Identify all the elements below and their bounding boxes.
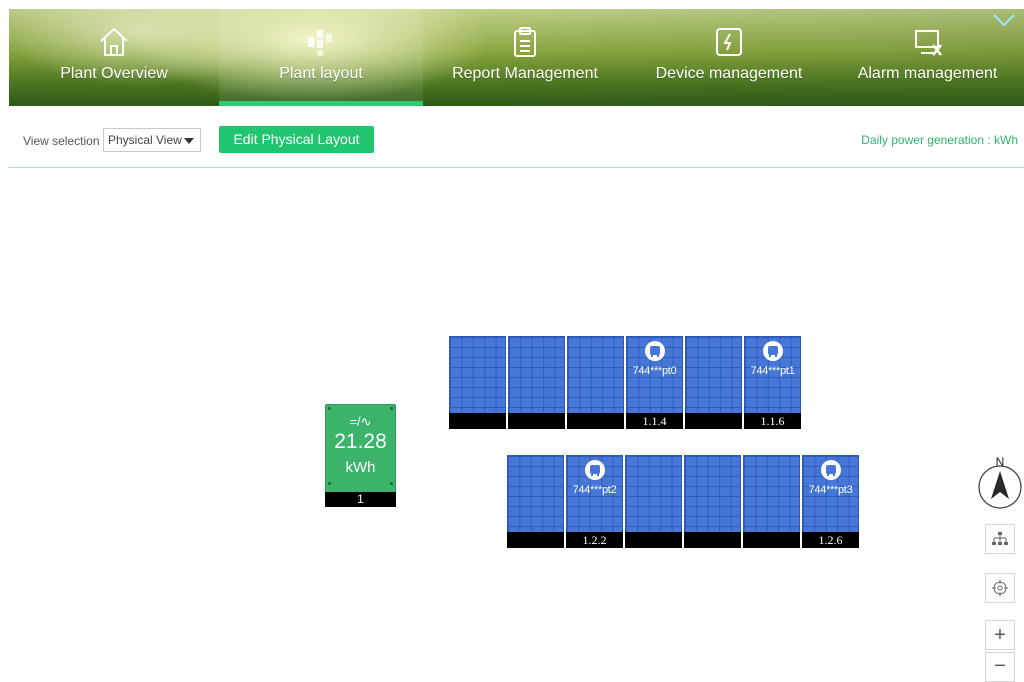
inverter-name: 744***pt2 (572, 484, 617, 496)
nav-label: Report Management (452, 65, 598, 82)
caret-down-icon (184, 138, 194, 144)
solar-panel[interactable] (685, 336, 742, 429)
panel-label (743, 532, 800, 548)
panel-label (449, 413, 506, 429)
nav-label: Plant layout (279, 65, 363, 82)
solar-panel[interactable] (508, 336, 565, 429)
solar-panel[interactable] (684, 455, 741, 548)
solar-panel[interactable]: 744***pt1 1.1.6 (744, 336, 801, 429)
nav-report-management[interactable]: Report Management (423, 9, 627, 106)
nav-plant-overview[interactable]: Plant Overview (9, 9, 219, 106)
chevron-down-icon[interactable] (992, 13, 1016, 27)
panel-label: 1.1.6 (744, 413, 801, 429)
view-select[interactable]: Physical View (103, 128, 201, 152)
panel-label (625, 532, 682, 548)
nav-label: Alarm management (857, 65, 998, 82)
solar-panel[interactable]: 744***pt3 1.2.6 (802, 455, 859, 548)
view-select-value: Physical View (108, 133, 182, 147)
inverter-icon (644, 341, 665, 361)
panel-label: 1.1.4 (626, 413, 683, 429)
meter-id: 1 (325, 492, 396, 507)
panel-label (685, 413, 742, 429)
top-navigation: Plant Overview Plant layout Report Manag… (9, 9, 1024, 106)
compass-icon[interactable]: N (976, 455, 1024, 511)
topology-button[interactable] (985, 524, 1015, 554)
monitor-tools-icon (914, 30, 942, 56)
nav-plant-layout[interactable]: Plant layout (219, 9, 423, 106)
inverter-icon (762, 341, 783, 361)
panel-label (567, 413, 624, 429)
home-icon (100, 27, 128, 56)
nav-device-management[interactable]: Device management (627, 9, 831, 106)
nav-label: Plant Overview (60, 65, 168, 82)
zoom-out-button[interactable]: − (985, 652, 1015, 682)
crosshair-icon (992, 580, 1008, 596)
panel-label (684, 532, 741, 548)
inverter-icon (820, 460, 841, 480)
energy-meter[interactable]: =/∿ 21.28 kWh 1 (325, 404, 396, 507)
panel-label: 1.2.2 (566, 532, 623, 548)
solar-panel[interactable] (743, 455, 800, 548)
solar-panel[interactable] (567, 336, 624, 429)
device-icon (716, 28, 742, 56)
solar-panel[interactable] (449, 336, 506, 429)
nav-label: Device management (655, 65, 803, 82)
locate-button[interactable] (985, 573, 1015, 603)
zoom-in-button[interactable]: + (985, 620, 1015, 650)
panel-label (507, 532, 564, 548)
meter-unit: kWh (345, 459, 376, 476)
layout-icon (308, 30, 332, 56)
edit-physical-layout-button[interactable]: Edit Physical Layout (219, 126, 374, 153)
solar-panel[interactable] (507, 455, 564, 548)
inverter-name: 744***pt3 (808, 484, 853, 496)
panel-label: 1.2.6 (802, 532, 859, 548)
inverter-icon (584, 460, 605, 480)
meter-value: 21.28 (334, 430, 387, 453)
panel-label (508, 413, 565, 429)
daily-power-generation: Daily power generation : kWh (861, 133, 1018, 147)
solar-panel[interactable] (625, 455, 682, 548)
clipboard-icon (514, 27, 536, 57)
solar-panel[interactable]: 744***pt0 1.1.4 (626, 336, 683, 429)
solar-panel[interactable]: 744***pt2 1.2.2 (566, 455, 623, 548)
inverter-name: 744***pt0 (632, 365, 677, 377)
inverter-name: 744***pt1 (750, 365, 795, 377)
sitemap-icon (992, 532, 1008, 545)
view-selection-label: View selection (23, 134, 100, 148)
ac-dc-symbol: =/∿ (349, 414, 372, 429)
